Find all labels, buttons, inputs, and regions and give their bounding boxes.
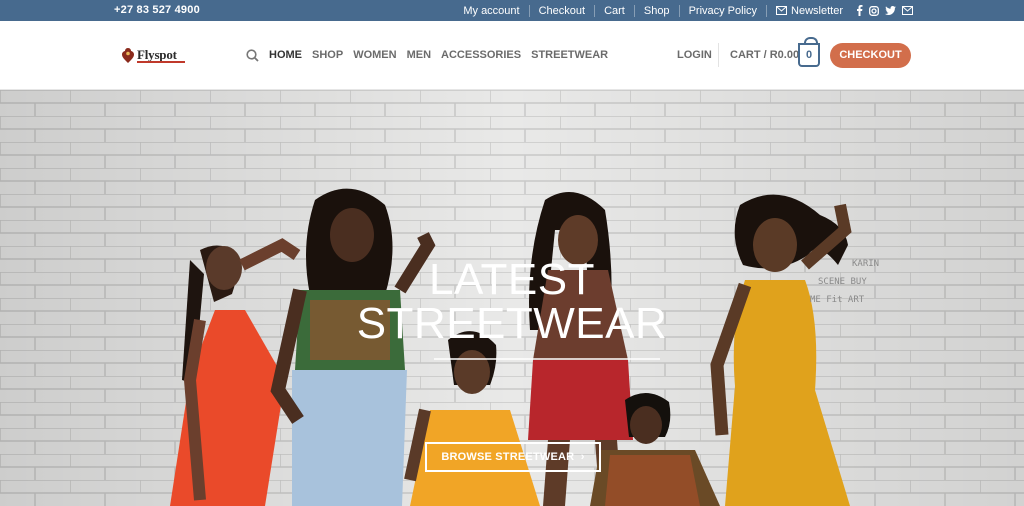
chevron-right-icon: › <box>577 451 585 463</box>
login-link[interactable]: LOGIN <box>677 49 712 61</box>
search-icon[interactable] <box>246 49 259 67</box>
email-icon[interactable] <box>902 6 913 15</box>
logo-mark-icon <box>122 48 134 63</box>
header-divider <box>718 43 719 67</box>
logo-underline <box>137 61 185 63</box>
top-bar: +27 83 527 4900 My account Checkout Cart… <box>0 0 1024 21</box>
nav-women[interactable]: WOMEN <box>353 49 396 61</box>
shop-link[interactable]: Shop <box>633 4 679 17</box>
newsletter-label: Newsletter <box>791 4 843 17</box>
cart-count-badge[interactable]: 0 <box>798 37 820 67</box>
browse-streetwear-button[interactable]: BROWSE STREETWEAR › <box>425 442 601 472</box>
nav-men[interactable]: MEN <box>407 49 431 61</box>
phone-number[interactable]: +27 83 527 4900 <box>114 4 200 16</box>
hero-heading-underline <box>434 358 660 360</box>
newsletter-link[interactable]: Newsletter <box>766 4 852 17</box>
cart-link[interactable]: Cart <box>594 4 634 17</box>
nav-streetwear[interactable]: STREETWEAR <box>531 49 608 61</box>
hero-heading-line2: STREETWEAR <box>356 299 668 348</box>
instagram-icon[interactable] <box>869 5 879 16</box>
hero-heading-line1: LATEST <box>428 255 595 304</box>
envelope-icon <box>776 6 788 15</box>
checkout-button[interactable]: CHECKOUT <box>830 43 911 68</box>
checkout-link[interactable]: Checkout <box>528 4 594 17</box>
twitter-icon[interactable] <box>885 6 896 15</box>
privacy-link[interactable]: Privacy Policy <box>678 4 766 17</box>
hero-heading: LATEST STREETWEAR <box>0 258 1024 346</box>
main-nav: HOME SHOP WOMEN MEN ACCESSORIES STREETWE… <box>269 49 608 61</box>
model-yellow-jumpsuit <box>710 194 852 506</box>
site-header: Flyspot HOME SHOP WOMEN MEN ACCESSORIES … <box>0 21 1024 90</box>
my-account-link[interactable]: My account <box>454 5 528 17</box>
social-icons <box>852 5 913 16</box>
nav-accessories[interactable]: ACCESSORIES <box>441 49 521 61</box>
nav-shop[interactable]: SHOP <box>312 49 343 61</box>
nav-home[interactable]: HOME <box>269 49 302 61</box>
hero-banner: KARIN SCENE BUY ME Fit ART LATEST STREET… <box>0 90 1024 506</box>
top-links: My account Checkout Cart Shop Privacy Po… <box>454 0 913 21</box>
cart-link[interactable]: CART / R0.00 <box>730 49 799 61</box>
facebook-icon[interactable] <box>856 5 863 16</box>
browse-label: BROWSE STREETWEAR <box>441 451 575 463</box>
site-logo[interactable]: Flyspot <box>121 47 185 63</box>
